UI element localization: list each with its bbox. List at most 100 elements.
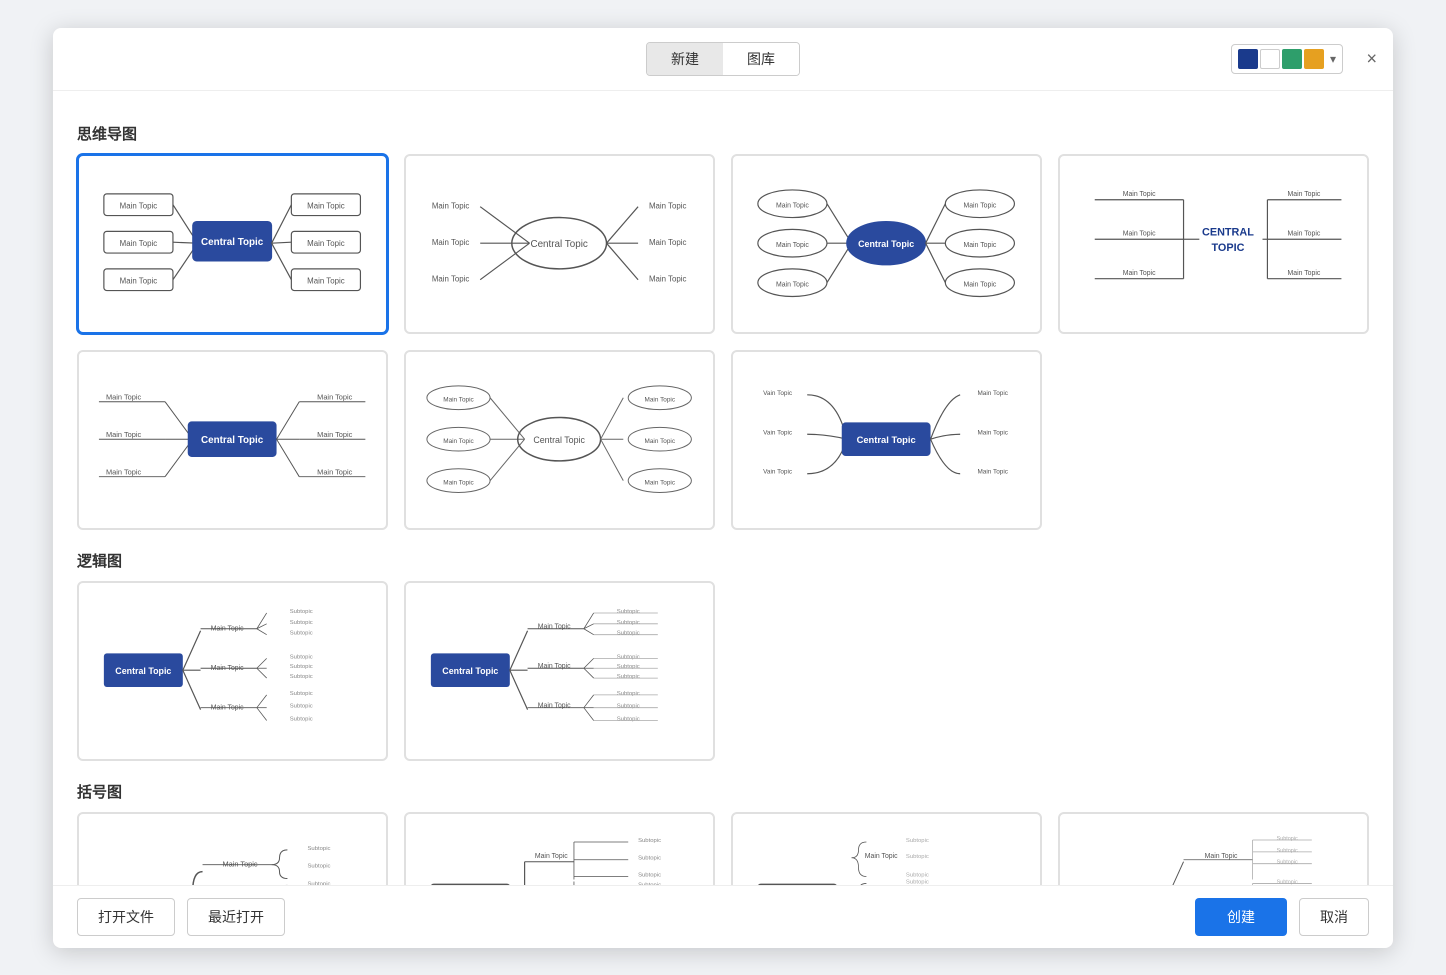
bracket-grid: Central Topic Main Topic Main Topic Main… xyxy=(77,812,1369,885)
main-dialog: 新建 图库 ▾ × 思维导图 Main Topic Mai xyxy=(53,28,1393,948)
svg-text:Main Topic: Main Topic xyxy=(1123,231,1156,238)
svg-text:Main Topic: Main Topic xyxy=(106,468,141,477)
svg-text:Main Topic: Main Topic xyxy=(649,202,687,211)
svg-text:Subtopic: Subtopic xyxy=(290,704,313,710)
recent-open-button[interactable]: 最近打开 xyxy=(187,898,285,936)
dialog-body: 思维导图 Main Topic Main Topic Main Topic xyxy=(53,91,1393,885)
template-bk4[interactable]: Central Topic Main Topic Main Topic Main… xyxy=(1058,812,1369,885)
svg-text:Main Topic: Main Topic xyxy=(649,238,687,247)
svg-text:Main Topic: Main Topic xyxy=(444,438,475,445)
footer-right: 创建 取消 xyxy=(1195,898,1369,936)
svg-text:Main Topic: Main Topic xyxy=(1123,191,1156,198)
svg-text:Central Topic: Central Topic xyxy=(858,239,914,249)
svg-text:Main Topic: Main Topic xyxy=(1123,270,1156,277)
svg-text:Main Topic: Main Topic xyxy=(106,393,141,402)
svg-text:Subtopic: Subtopic xyxy=(290,631,313,637)
open-file-button[interactable]: 打开文件 xyxy=(77,898,175,936)
template-mm1[interactable]: Main Topic Main Topic Main Topic Central… xyxy=(77,154,388,334)
svg-text:Subtopic: Subtopic xyxy=(617,655,640,661)
template-mm3[interactable]: Main Topic Main Topic Main Topic Central… xyxy=(731,154,1042,334)
svg-text:Subtopic: Subtopic xyxy=(906,873,929,879)
svg-text:Main Topic: Main Topic xyxy=(1288,270,1321,277)
svg-text:Main Topic: Main Topic xyxy=(120,277,158,286)
tab-gallery[interactable]: 图库 xyxy=(723,43,799,75)
svg-text:Vain Topic: Vain Topic xyxy=(763,430,793,437)
svg-text:Subtopic: Subtopic xyxy=(638,873,661,879)
svg-text:Subtopic: Subtopic xyxy=(290,620,313,626)
svg-text:Main Topic: Main Topic xyxy=(865,853,898,860)
close-button[interactable]: × xyxy=(1366,48,1377,69)
svg-text:Main Topic: Main Topic xyxy=(978,390,1009,397)
svg-text:Main Topic: Main Topic xyxy=(978,469,1009,476)
svg-text:Main Topic: Main Topic xyxy=(307,239,345,248)
svg-text:Central Topic: Central Topic xyxy=(201,237,264,248)
svg-text:Central Topic: Central Topic xyxy=(531,239,588,250)
svg-text:Main Topic: Main Topic xyxy=(444,397,475,404)
template-bk3[interactable]: Central Topic Main Topic Subtopic Subtop… xyxy=(731,812,1042,885)
template-bk2[interactable]: Central Topic Main Topic Main Topic Main… xyxy=(404,812,715,885)
svg-text:Main Topic: Main Topic xyxy=(776,282,809,289)
template-placeholder xyxy=(1058,350,1369,530)
svg-text:Main Topic: Main Topic xyxy=(432,275,470,284)
svg-text:Central Topic: Central Topic xyxy=(443,666,499,676)
svg-text:Subtopic: Subtopic xyxy=(638,883,661,885)
color-swatch-3 xyxy=(1282,49,1302,69)
svg-text:Main Topic: Main Topic xyxy=(538,624,571,631)
create-button[interactable]: 创建 xyxy=(1195,898,1287,936)
svg-text:Subtopic: Subtopic xyxy=(1277,860,1298,866)
svg-text:Subtopic: Subtopic xyxy=(308,864,331,870)
svg-text:Main Topic: Main Topic xyxy=(1288,231,1321,238)
template-bk1[interactable]: Central Topic Main Topic Main Topic Main… xyxy=(77,812,388,885)
color-swatch-1 xyxy=(1238,49,1258,69)
svg-text:Main Topic: Main Topic xyxy=(776,242,809,249)
svg-text:Subtopic: Subtopic xyxy=(638,838,661,844)
svg-text:CENTRAL: CENTRAL xyxy=(1202,227,1254,239)
dialog-footer: 打开文件 最近打开 创建 取消 xyxy=(53,885,1393,948)
logic-placeholder-1 xyxy=(731,581,1042,761)
svg-text:Subtopic: Subtopic xyxy=(906,880,929,885)
svg-text:Central Topic: Central Topic xyxy=(857,435,916,445)
svg-text:Main Topic: Main Topic xyxy=(538,664,571,671)
cancel-button[interactable]: 取消 xyxy=(1299,898,1369,936)
logic-placeholder-2 xyxy=(1058,581,1369,761)
svg-text:Main Topic: Main Topic xyxy=(307,202,345,211)
color-picker[interactable]: ▾ xyxy=(1231,44,1343,74)
svg-text:Main Topic: Main Topic xyxy=(645,397,676,404)
svg-text:TOPIC: TOPIC xyxy=(1212,242,1245,254)
svg-text:Central Topic: Central Topic xyxy=(116,666,172,676)
svg-text:Subtopic: Subtopic xyxy=(617,704,640,710)
svg-text:Central Topic: Central Topic xyxy=(201,435,264,446)
svg-text:Main Topic: Main Topic xyxy=(776,203,809,210)
svg-text:Main Topic: Main Topic xyxy=(318,393,353,402)
template-lg2[interactable]: Central Topic Main Topic Main Topic Main… xyxy=(404,581,715,761)
template-mm6[interactable]: Main Topic Main Topic Main Topic Central… xyxy=(404,350,715,530)
svg-text:Main Topic: Main Topic xyxy=(120,239,158,248)
svg-text:Main Topic: Main Topic xyxy=(978,430,1009,437)
svg-text:Subtopic: Subtopic xyxy=(617,631,640,637)
svg-text:Subtopic: Subtopic xyxy=(617,620,640,626)
svg-text:Main Topic: Main Topic xyxy=(645,438,676,445)
template-mm5[interactable]: Main Topic Main Topic Main Topic Central… xyxy=(77,350,388,530)
template-lg1[interactable]: Central Topic Main Topic Main Topic Main… xyxy=(77,581,388,761)
svg-text:Vain Topic: Vain Topic xyxy=(763,390,793,397)
logic-grid: Central Topic Main Topic Main Topic Main… xyxy=(77,581,1369,761)
tab-new[interactable]: 新建 xyxy=(647,43,723,75)
svg-text:Subtopic: Subtopic xyxy=(617,691,640,697)
section-title-bracket: 括号图 xyxy=(77,781,1369,802)
svg-text:Subtopic: Subtopic xyxy=(290,665,313,671)
template-mm2[interactable]: Main Topic Main Topic Main Topic Central… xyxy=(404,154,715,334)
template-mm7[interactable]: Vain Topic Vain Topic Vain Topic Central… xyxy=(731,350,1042,530)
svg-text:Subtopic: Subtopic xyxy=(290,691,313,697)
footer-left: 打开文件 最近打开 xyxy=(77,898,285,936)
svg-text:Subtopic: Subtopic xyxy=(1277,836,1298,842)
svg-text:Subtopic: Subtopic xyxy=(290,674,313,680)
svg-text:Subtopic: Subtopic xyxy=(617,717,640,723)
svg-text:Subtopic: Subtopic xyxy=(290,655,313,661)
color-swatch-2 xyxy=(1260,49,1280,69)
template-mm4[interactable]: Main Topic Main Topic Main Topic CENTRAL… xyxy=(1058,154,1369,334)
svg-text:Main Topic: Main Topic xyxy=(318,468,353,477)
svg-text:Main Topic: Main Topic xyxy=(307,277,345,286)
tab-group[interactable]: 新建 图库 xyxy=(646,42,800,76)
svg-text:Central Topic: Central Topic xyxy=(534,435,586,445)
svg-text:Subtopic: Subtopic xyxy=(308,882,331,885)
